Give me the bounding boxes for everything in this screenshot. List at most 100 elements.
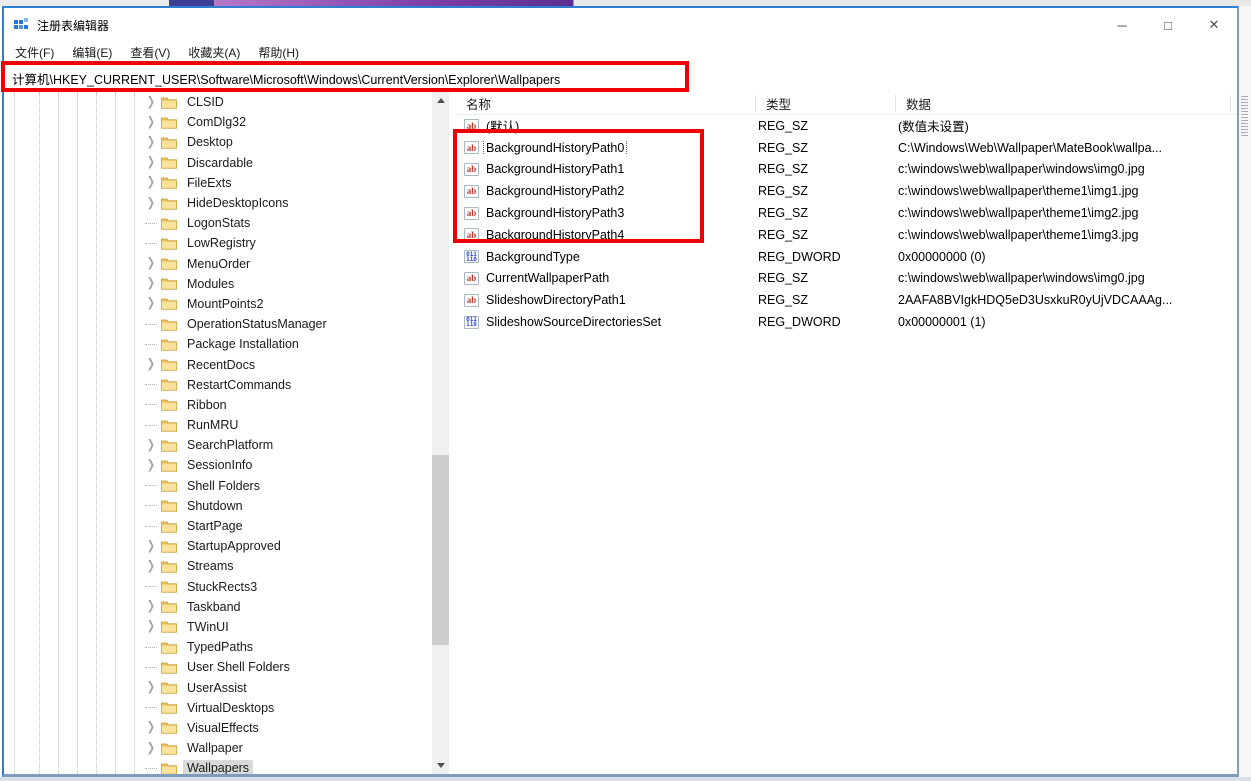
- tree-item[interactable]: Shutdown: [4, 496, 432, 516]
- tree-item[interactable]: Shell Folders: [4, 476, 432, 496]
- tree-item[interactable]: Wallpapers: [4, 758, 432, 774]
- tree-item[interactable]: ❯ HideDesktopIcons: [4, 193, 432, 213]
- tree-leaf-connector: [145, 505, 157, 507]
- minimize-button[interactable]: ─: [1099, 8, 1145, 42]
- tree-item[interactable]: ❯ MenuOrder: [4, 254, 432, 274]
- expand-chevron-icon[interactable]: ❯: [147, 539, 155, 553]
- registry-value-row[interactable]: ab CurrentWallpaperPath REG_SZ c:\window…: [458, 268, 1237, 290]
- expand-chevron-icon[interactable]: ❯: [147, 95, 155, 109]
- expand-chevron-icon[interactable]: ❯: [147, 438, 155, 452]
- column-divider[interactable]: [895, 95, 896, 112]
- dword-value-icon: 011 110: [464, 250, 479, 264]
- tree-item[interactable]: ❯ Streams: [4, 556, 432, 576]
- tree-item[interactable]: ❯ Wallpaper: [4, 738, 432, 758]
- tree-item[interactable]: ❯ StartupApproved: [4, 536, 432, 556]
- column-header-type[interactable]: 类型: [766, 92, 791, 114]
- value-name: SlideshowSourceDirectoriesSet: [486, 315, 662, 330]
- expand-chevron-icon[interactable]: ❯: [147, 196, 155, 210]
- menu-item[interactable]: 编辑(E): [63, 42, 121, 63]
- tree-item[interactable]: StuckRects3: [4, 577, 432, 597]
- menu-item[interactable]: 帮助(H): [249, 42, 308, 63]
- value-data: c:\windows\web\wallpaper\windows\img0.jp…: [898, 271, 1145, 286]
- tree-item[interactable]: ❯ Modules: [4, 274, 432, 294]
- tree-item[interactable]: ❯ SessionInfo: [4, 455, 432, 475]
- tree-item-label: Streams: [187, 559, 234, 574]
- expand-chevron-icon[interactable]: ❯: [147, 277, 155, 291]
- folder-icon: [161, 156, 177, 169]
- tree-item[interactable]: ❯ Taskband: [4, 597, 432, 617]
- expand-chevron-icon[interactable]: ❯: [147, 459, 155, 473]
- tree-item[interactable]: TypedPaths: [4, 637, 432, 657]
- expand-chevron-icon[interactable]: ❯: [147, 681, 155, 695]
- scrollbar-thumb[interactable]: [432, 455, 449, 645]
- address-input[interactable]: [4, 64, 1237, 92]
- scroll-down-arrow-icon[interactable]: [432, 757, 449, 774]
- tree-item[interactable]: User Shell Folders: [4, 657, 432, 677]
- tree-item[interactable]: ❯ TWinUI: [4, 617, 432, 637]
- value-data: c:\windows\web\wallpaper\theme1\img2.jpg: [898, 206, 1139, 221]
- registry-value-row[interactable]: ab BackgroundHistoryPath2 REG_SZ c:\wind…: [458, 180, 1237, 202]
- column-header-name[interactable]: 名称: [466, 92, 491, 114]
- registry-value-row[interactable]: 011 110 BackgroundType REG_DWORD 0x000000…: [458, 246, 1237, 268]
- tree-item[interactable]: ❯ FileExts: [4, 173, 432, 193]
- tree-item[interactable]: RestartCommands: [4, 375, 432, 395]
- scroll-up-arrow-icon[interactable]: [432, 92, 449, 109]
- expand-chevron-icon[interactable]: ❯: [147, 136, 155, 150]
- expand-chevron-icon[interactable]: ❯: [147, 721, 155, 735]
- tree-item[interactable]: ❯ ComDlg32: [4, 112, 432, 132]
- menu-item[interactable]: 文件(F): [6, 42, 63, 63]
- tree-scrollbar[interactable]: [432, 92, 449, 774]
- tree-item[interactable]: ❯ UserAssist: [4, 677, 432, 697]
- column-divider[interactable]: [755, 95, 756, 112]
- maximize-button[interactable]: □: [1145, 8, 1191, 42]
- expand-chevron-icon[interactable]: ❯: [147, 115, 155, 129]
- value-name: BackgroundType: [486, 249, 580, 264]
- close-button[interactable]: ✕: [1191, 8, 1237, 42]
- expand-chevron-icon[interactable]: ❯: [147, 297, 155, 311]
- expand-chevron-icon[interactable]: ❯: [147, 257, 155, 271]
- registry-editor-icon: [13, 17, 29, 33]
- registry-value-row[interactable]: ab (默认) REG_SZ (数值未设置): [458, 115, 1237, 137]
- tree-item[interactable]: ❯ Discardable: [4, 153, 432, 173]
- tree-leaf-connector: [145, 384, 157, 386]
- menu-item[interactable]: 查看(V): [121, 42, 179, 63]
- tree-item[interactable]: StartPage: [4, 516, 432, 536]
- tree-item-label: ComDlg32: [187, 115, 247, 130]
- tree-item[interactable]: Package Installation: [4, 334, 432, 354]
- menu-item[interactable]: 收藏夹(A): [179, 42, 249, 63]
- tree-item[interactable]: RunMRU: [4, 415, 432, 435]
- tree-item[interactable]: ❯ CLSID: [4, 92, 432, 112]
- folder-icon: [161, 197, 177, 210]
- value-data: 2AAFA8BVIgkHDQ5eD3UsxkuR0yUjVDCAAAg...: [898, 293, 1173, 308]
- registry-value-row[interactable]: 011 110 SlideshowSourceDirectoriesSet REG…: [458, 311, 1237, 333]
- tree-item[interactable]: LowRegistry: [4, 233, 432, 253]
- string-value-icon: ab: [464, 206, 479, 220]
- tree-item[interactable]: ❯ RecentDocs: [4, 354, 432, 374]
- tree-item[interactable]: OperationStatusManager: [4, 314, 432, 334]
- expand-chevron-icon[interactable]: ❯: [147, 741, 155, 755]
- registry-value-row[interactable]: ab SlideshowDirectoryPath1 REG_SZ 2AAFA8…: [458, 289, 1237, 311]
- registry-value-row[interactable]: ab BackgroundHistoryPath0 REG_SZ C:\Wind…: [458, 137, 1237, 159]
- registry-value-row[interactable]: ab BackgroundHistoryPath4 REG_SZ c:\wind…: [458, 224, 1237, 246]
- registry-value-row[interactable]: ab BackgroundHistoryPath1 REG_SZ c:\wind…: [458, 159, 1237, 181]
- tree-item[interactable]: LogonStats: [4, 213, 432, 233]
- expand-chevron-icon[interactable]: ❯: [147, 176, 155, 190]
- tree-item[interactable]: VirtualDesktops: [4, 698, 432, 718]
- tree-item[interactable]: ❯ VisualEffects: [4, 718, 432, 738]
- expand-chevron-icon[interactable]: ❯: [147, 156, 155, 170]
- tree-item[interactable]: ❯ Desktop: [4, 132, 432, 152]
- tree-item[interactable]: ❯ SearchPlatform: [4, 435, 432, 455]
- expand-chevron-icon[interactable]: ❯: [147, 560, 155, 574]
- column-header-data[interactable]: 数据: [906, 92, 931, 114]
- column-divider[interactable]: [1230, 95, 1231, 112]
- expand-chevron-icon[interactable]: ❯: [147, 600, 155, 614]
- tree-item[interactable]: ❯ MountPoints2: [4, 294, 432, 314]
- expand-chevron-icon[interactable]: ❯: [147, 620, 155, 634]
- folder-icon: [161, 176, 177, 189]
- tree-item[interactable]: Ribbon: [4, 395, 432, 415]
- registry-value-row[interactable]: ab BackgroundHistoryPath3 REG_SZ c:\wind…: [458, 202, 1237, 224]
- expand-chevron-icon[interactable]: ❯: [147, 358, 155, 372]
- tree-leaf-connector: [145, 707, 157, 709]
- tree-item-label: Taskband: [187, 599, 241, 614]
- folder-icon: [161, 237, 177, 250]
